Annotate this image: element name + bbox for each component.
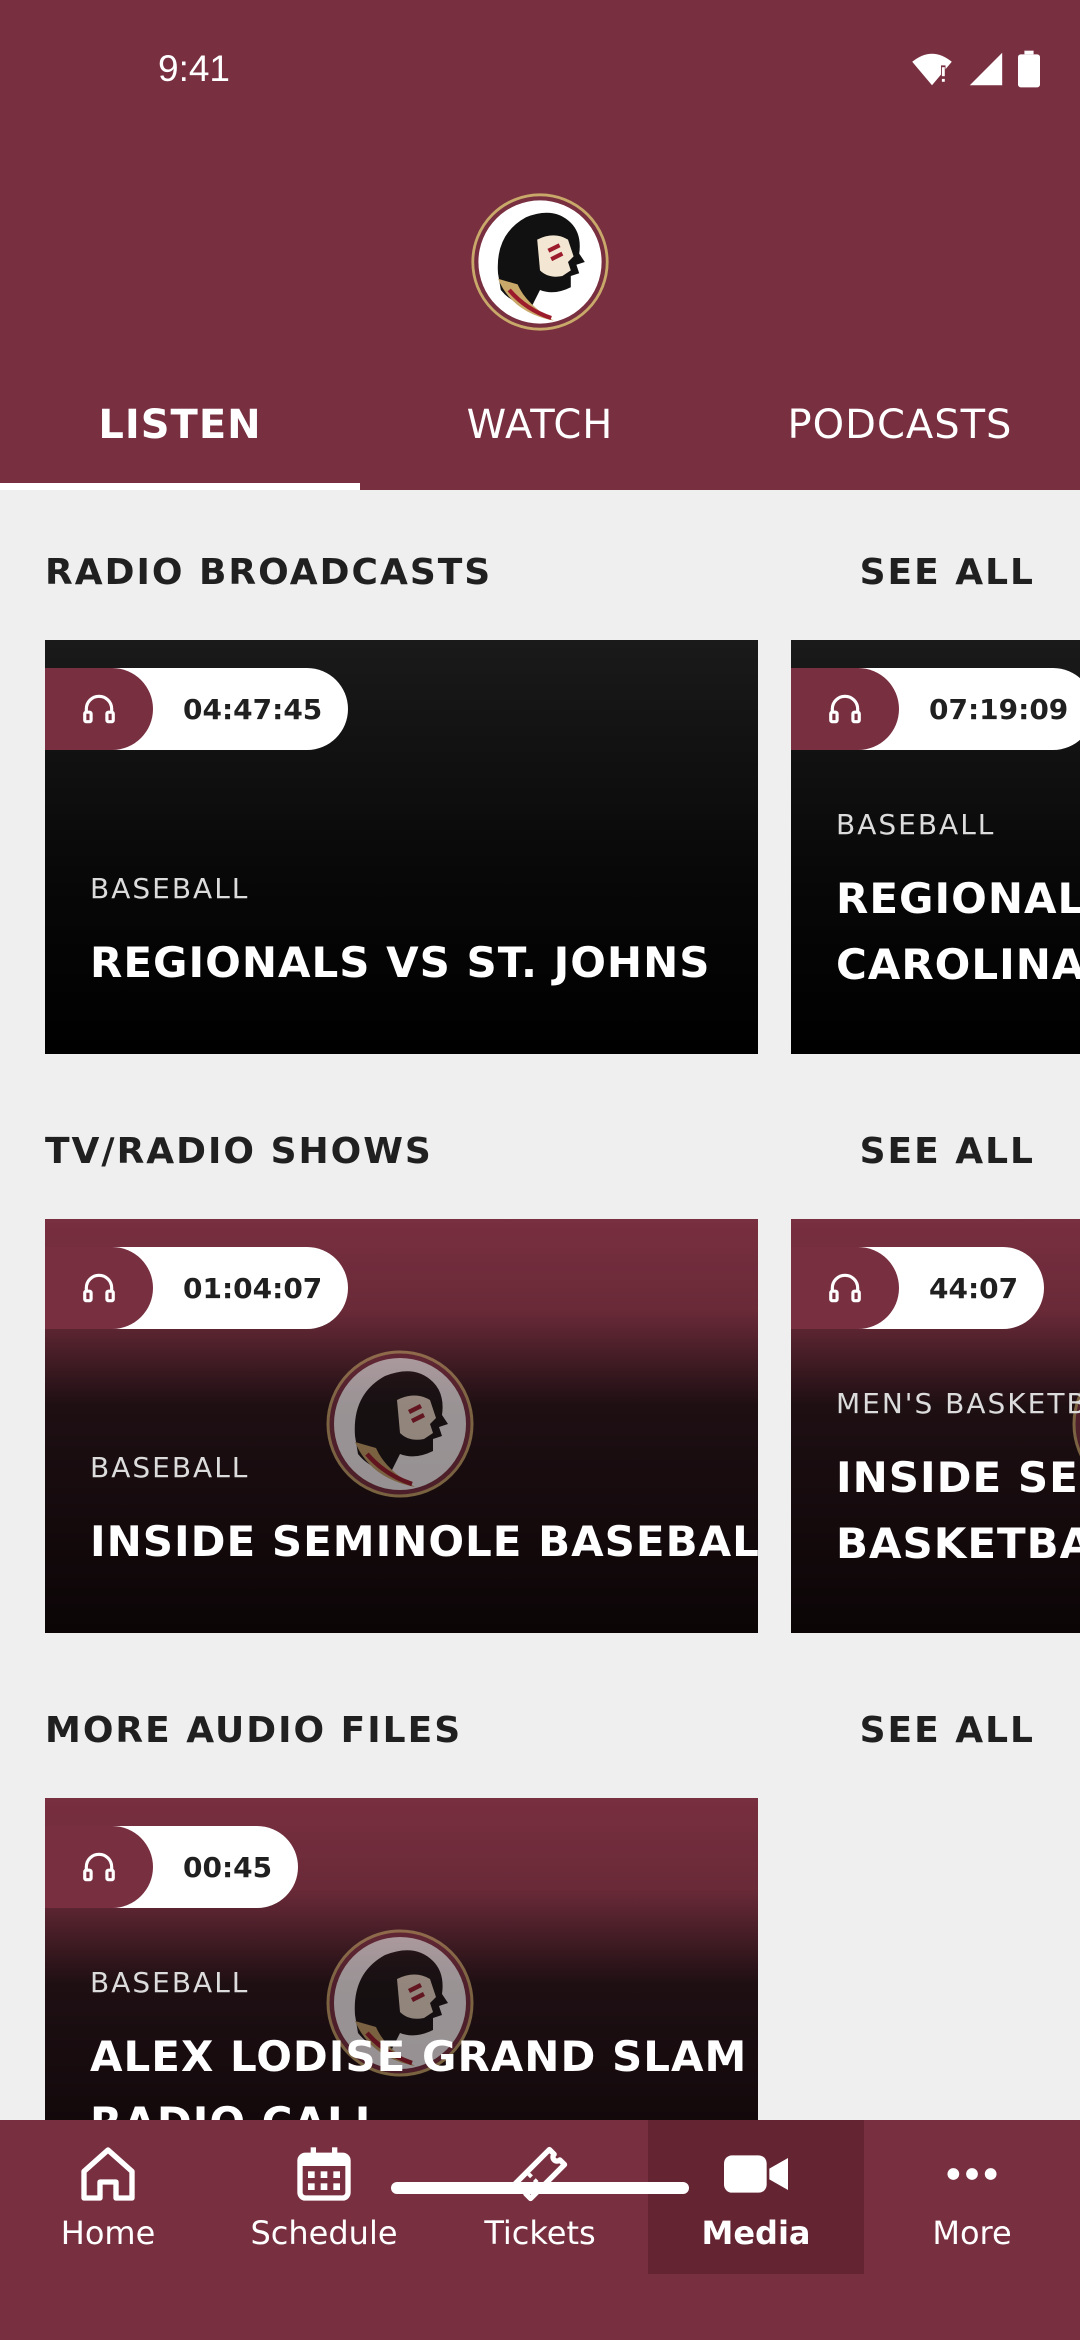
headphones-icon: [45, 1826, 153, 1908]
card-category: BASEBALL: [836, 808, 996, 841]
media-card[interactable]: 00:45 BASEBALL ALEX LODISE GRAND SLAM - …: [45, 1798, 758, 2120]
tab-listen-label: LISTEN: [98, 402, 262, 448]
headphones-icon: [45, 1247, 153, 1329]
card-title: INSIDE SEMINOLE BASEBALL: [90, 1509, 758, 1575]
card-category: BASEBALL: [90, 872, 250, 905]
status-time: 9:41: [158, 48, 231, 89]
nav-label: Tickets: [484, 2214, 596, 2252]
duration-pill: 44:07: [791, 1247, 1045, 1329]
card-title: ALEX LODISE GRAND SLAM - RADIO CALL: [90, 2024, 758, 2120]
card-title-line: REGIONALS VS ST. JOHNS: [90, 938, 711, 987]
tv-radio-shows-header: TV/RADIO SHOWS SEE ALL: [45, 1121, 1035, 1181]
seminoles-logo: [470, 192, 610, 332]
duration: 07:19:09: [929, 692, 1069, 726]
card-title-line: INSIDE SEMI: [836, 1453, 1080, 1502]
ticket-icon: [512, 2146, 568, 2202]
duration-pill: 07:19:09: [791, 668, 1080, 750]
status-icons: [910, 50, 1040, 88]
card-title-line: BASKETBALL: [836, 1519, 1080, 1568]
home-indicator[interactable]: [391, 2182, 689, 2194]
radio-broadcasts-header: RADIO BROADCASTS SEE ALL: [45, 542, 1035, 602]
nav-label: More: [932, 2214, 1012, 2252]
nav-more[interactable]: More: [864, 2120, 1080, 2274]
duration: 04:47:45: [183, 692, 323, 726]
more-dots-icon: [947, 2168, 997, 2180]
nav-label: Home: [60, 2214, 156, 2252]
nav-tickets[interactable]: Tickets: [432, 2120, 648, 2274]
duration-pill: 01:04:07: [45, 1247, 349, 1329]
duration: 44:07: [929, 1271, 1019, 1305]
media-card[interactable]: 07:19:09 BASEBALL REGIONALS CAROLINA: [791, 640, 1080, 1054]
card-title: REGIONALS VS ST. JOHNS: [90, 930, 710, 996]
card-category: MEN'S BASKETBA: [836, 1387, 1080, 1420]
nav-schedule[interactable]: Schedule: [216, 2120, 432, 2274]
see-all-button[interactable]: SEE ALL: [860, 552, 1035, 593]
signal-icon: [969, 52, 1003, 86]
card-title-line: INSIDE SEMINOLE BASEBALL: [90, 1517, 758, 1566]
media-card[interactable]: 01:04:07 BASEBALL INSIDE SEMINOLE BASEBA…: [45, 1219, 758, 1633]
section-title: TV/RADIO SHOWS: [45, 1130, 433, 1172]
seminoles-logo: [325, 1349, 475, 1499]
more-audio-files-carousel[interactable]: 00:45 BASEBALL ALEX LODISE GRAND SLAM - …: [45, 1798, 1080, 2120]
card-title: INSIDE SEMI BASKETBALL: [836, 1445, 1080, 1577]
home-icon: [81, 2147, 135, 2201]
radio-broadcasts-carousel[interactable]: 04:47:45 BASEBALL REGIONALS VS ST. JOHNS…: [45, 640, 1080, 1054]
headphones-icon: [45, 668, 153, 750]
media-card[interactable]: 04:47:45 BASEBALL REGIONALS VS ST. JOHNS: [45, 640, 758, 1054]
section-title: RADIO BROADCASTS: [45, 551, 493, 593]
duration: 00:45: [183, 1850, 273, 1884]
section-title: MORE AUDIO FILES: [45, 1709, 463, 1751]
app-header: 9:41 LISTEN WATCH PODCASTS: [0, 0, 1080, 490]
battery-icon: [1018, 50, 1040, 88]
card-title-line: ALEX LODISE GRAND SLAM -: [90, 2032, 758, 2081]
nav-media[interactable]: Media: [648, 2120, 864, 2274]
see-all-button[interactable]: SEE ALL: [860, 1131, 1035, 1172]
duration: 01:04:07: [183, 1271, 323, 1305]
tab-podcasts[interactable]: PODCASTS: [720, 380, 1080, 490]
duration-pill: 04:47:45: [45, 668, 349, 750]
calendar-icon: [297, 2147, 351, 2201]
duration-pill: 00:45: [45, 1826, 299, 1908]
wifi-icon: [912, 53, 952, 86]
bottom-navigation: Home Schedule Tickets Media More: [0, 2120, 1080, 2340]
nav-label: Schedule: [250, 2214, 398, 2252]
see-all-button[interactable]: SEE ALL: [860, 1710, 1035, 1751]
card-title-line: CAROLINA: [836, 940, 1080, 989]
video-camera-icon: [724, 2155, 788, 2193]
tab-listen[interactable]: LISTEN: [0, 380, 360, 490]
card-title-line: REGIONALS: [836, 874, 1080, 923]
tab-watch-label: WATCH: [466, 402, 614, 448]
headphones-icon: [791, 1247, 899, 1329]
media-card[interactable]: 44:07 MEN'S BASKETBA INSIDE SEMI BASKETB…: [791, 1219, 1080, 1633]
media-tabs: LISTEN WATCH PODCASTS: [0, 380, 1080, 490]
nav-label: Media: [701, 2214, 811, 2252]
card-title: REGIONALS CAROLINA: [836, 866, 1080, 998]
tab-podcasts-label: PODCASTS: [787, 402, 1013, 448]
more-audio-files-header: MORE AUDIO FILES SEE ALL: [45, 1700, 1035, 1760]
tab-watch[interactable]: WATCH: [360, 380, 720, 490]
nav-home[interactable]: Home: [0, 2120, 216, 2274]
card-title-line: RADIO CALL: [90, 2090, 758, 2120]
card-category: BASEBALL: [90, 1966, 250, 1999]
headphones-icon: [791, 668, 899, 750]
tv-radio-shows-carousel[interactable]: 01:04:07 BASEBALL INSIDE SEMINOLE BASEBA…: [45, 1219, 1080, 1633]
card-category: BASEBALL: [90, 1451, 250, 1484]
